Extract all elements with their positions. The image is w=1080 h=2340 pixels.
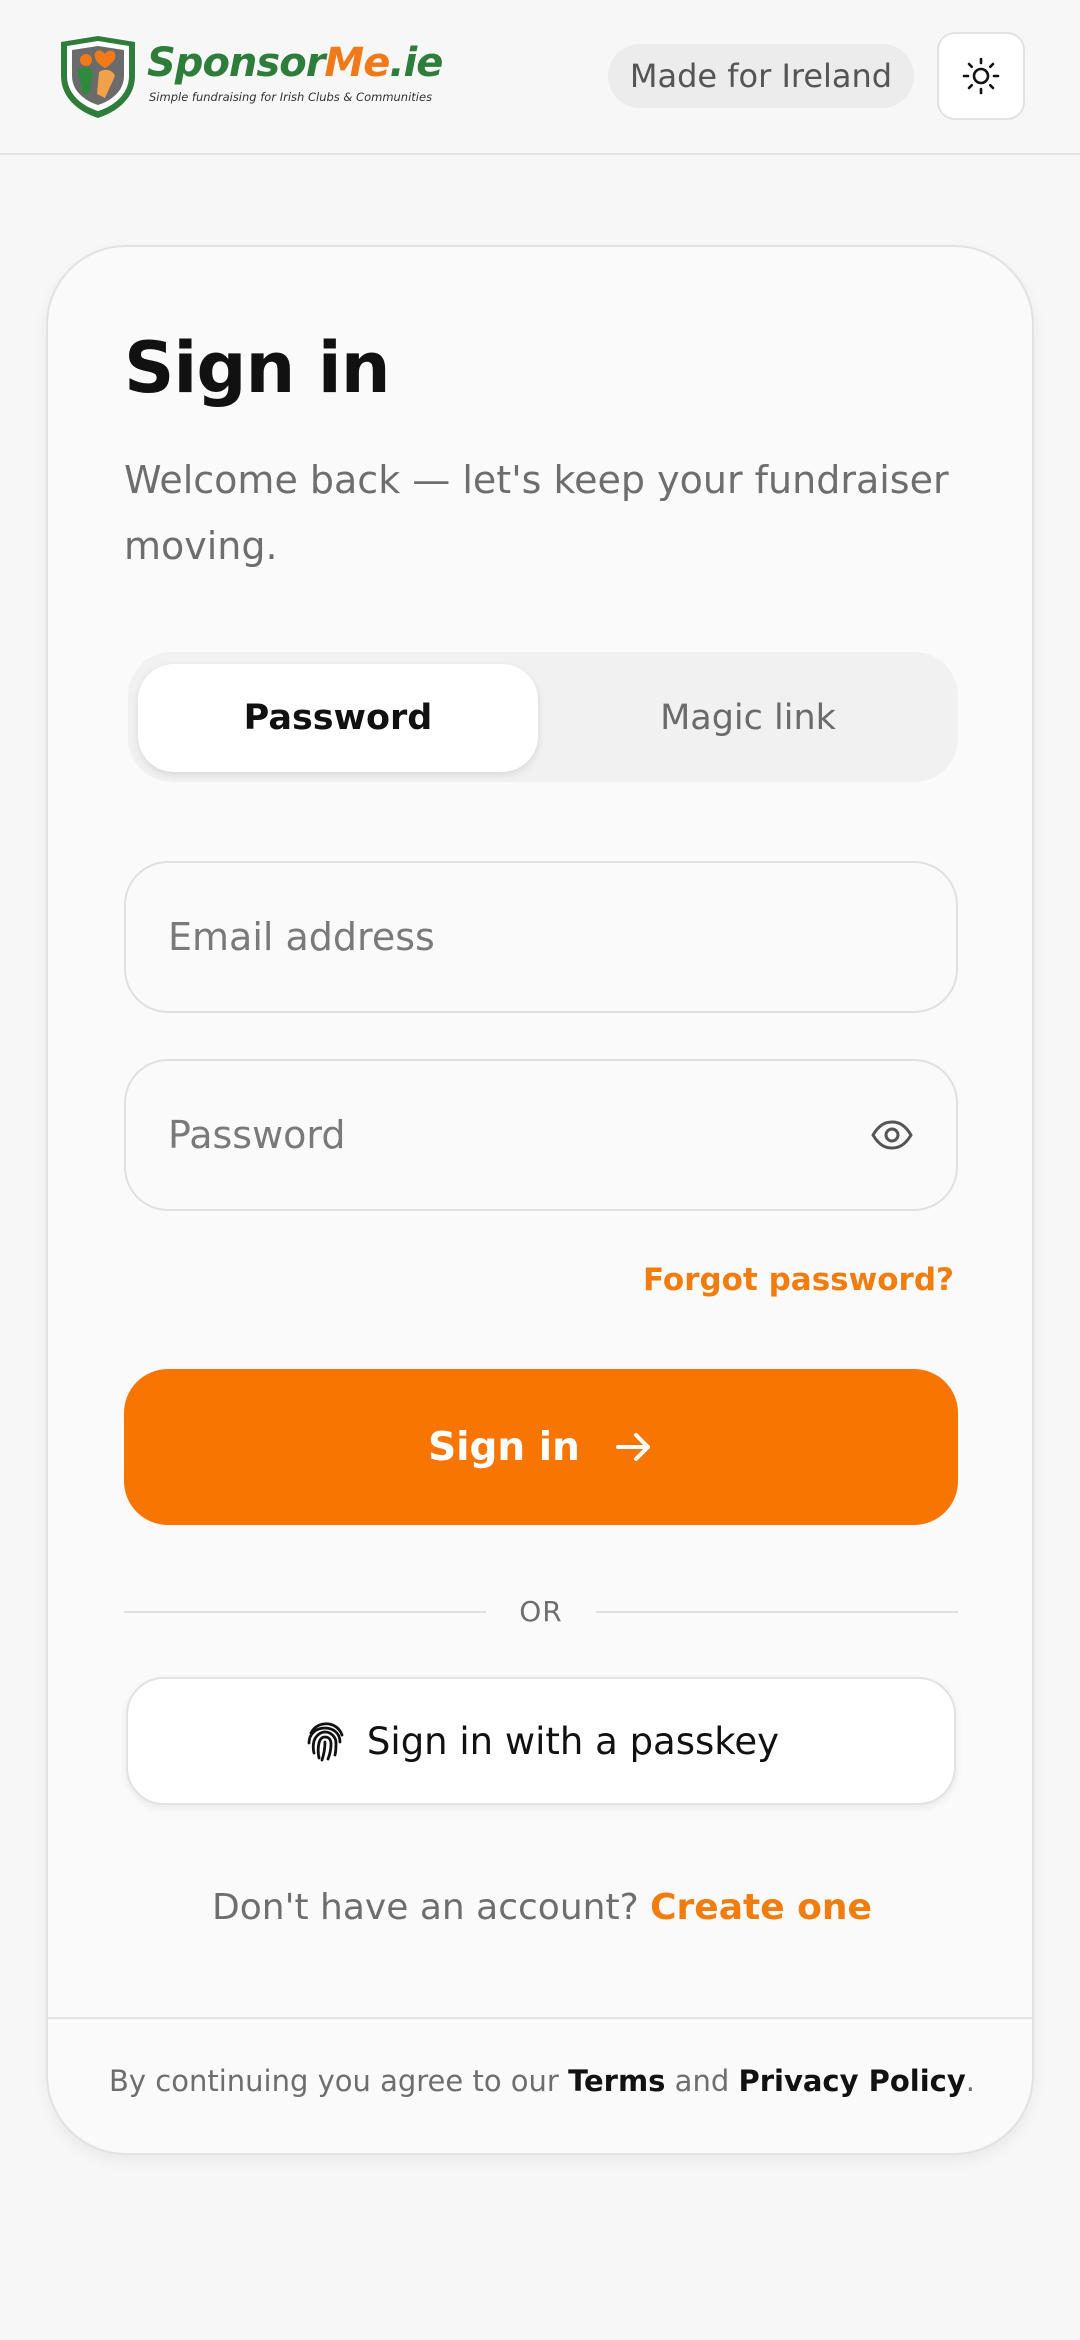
tab-magic-link[interactable]: Magic link (548, 664, 948, 772)
app-header: SponsorMe.ie Simple fundraising for Iris… (0, 0, 1080, 155)
signup-prompt: Don't have an account? Create one (48, 1887, 1032, 1928)
terms-link[interactable]: Terms (568, 2064, 665, 2098)
card-footer: By continuing you agree to our Terms and… (48, 2017, 1032, 2153)
tab-password[interactable]: Password (138, 664, 538, 772)
sign-in-button-label: Sign in (428, 1424, 580, 1470)
terms-and: and (674, 2064, 730, 2098)
password-input[interactable] (168, 1061, 848, 1209)
divider-line-right (596, 1611, 958, 1613)
terms-prefix: By continuing you agree to our (109, 2064, 559, 2098)
logo-tagline: Simple fundraising for Irish Clubs & Com… (149, 90, 433, 104)
email-input[interactable] (168, 863, 848, 1011)
sponsorme-logo[interactable]: SponsorMe.ie Simple fundraising for Iris… (55, 34, 443, 120)
sign-in-button[interactable]: Sign in (124, 1369, 958, 1525)
create-account-link[interactable]: Create one (650, 1887, 872, 1928)
sign-in-card: Sign in Welcome back — let's keep your f… (46, 245, 1034, 2155)
forgot-password-link[interactable]: Forgot password? (643, 1262, 954, 1298)
fingerprint-icon (307, 1722, 344, 1762)
page-subtitle: Welcome back — let's keep your fundraise… (124, 458, 949, 568)
sun-icon (962, 57, 1000, 95)
terms-suffix: . (965, 2064, 975, 2098)
page-title: Sign in (124, 327, 391, 409)
email-field-container (124, 861, 958, 1013)
or-divider: OR (124, 1592, 958, 1632)
made-for-ireland-badge: Made for Ireland (608, 44, 914, 108)
password-field-container (124, 1059, 958, 1211)
theme-toggle-button[interactable] (937, 32, 1025, 120)
auth-method-tabs: Password Magic link (128, 652, 958, 782)
eye-icon[interactable] (870, 1115, 914, 1155)
arrow-right-icon (615, 1433, 650, 1461)
terms-notice: By continuing you agree to our Terms and… (48, 2064, 1032, 2098)
signup-question: Don't have an account? (212, 1887, 639, 1928)
passkey-sign-in-button[interactable]: Sign in with a passkey (126, 1677, 956, 1805)
shield-logo-icon (61, 36, 135, 118)
logo-wordmark: SponsorMe.ie (147, 40, 443, 86)
privacy-policy-link[interactable]: Privacy Policy (738, 2064, 965, 2098)
passkey-label: Sign in with a passkey (366, 1719, 780, 1763)
